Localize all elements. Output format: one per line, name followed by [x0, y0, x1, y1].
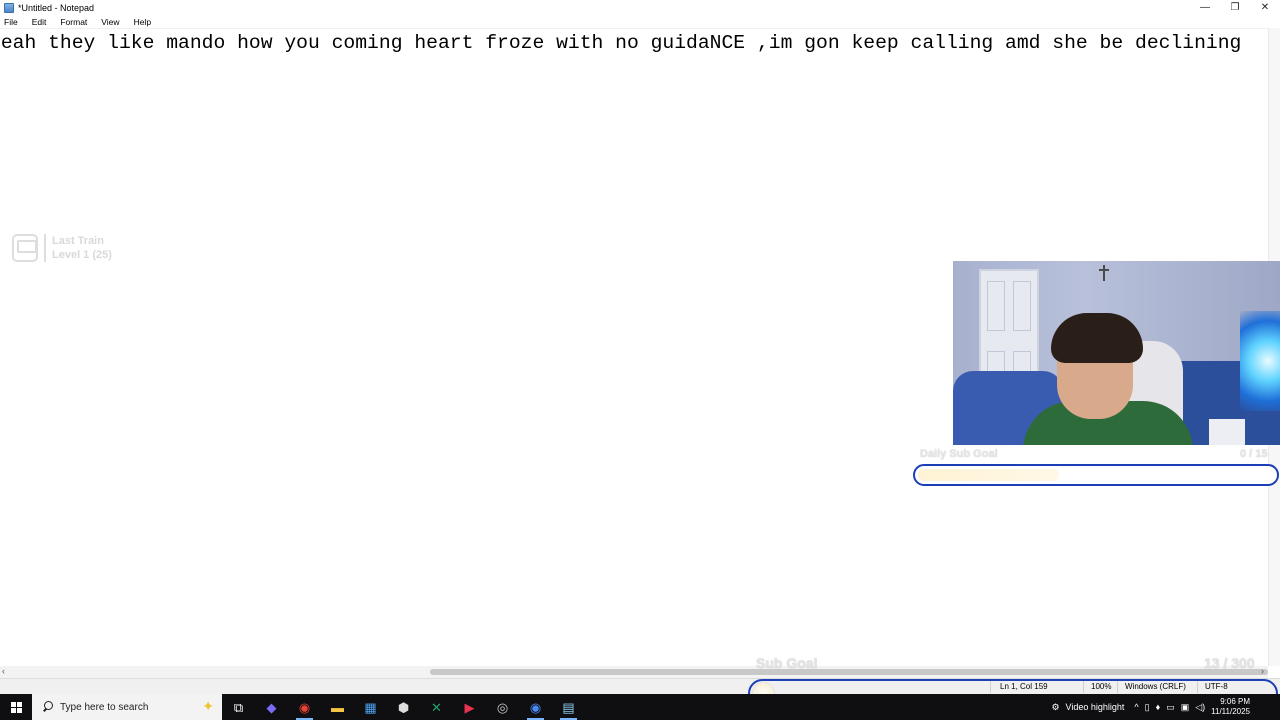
scroll-right-icon[interactable]: › — [1261, 666, 1264, 676]
volume-icon[interactable]: ◁) — [1195, 702, 1205, 713]
menu-bar: File Edit Format View Help — [0, 15, 1280, 28]
close-button[interactable]: ✕ — [1250, 0, 1280, 15]
display-icon[interactable]: ▭ — [1166, 702, 1175, 713]
window-title: *Untitled - Notepad — [18, 2, 95, 13]
notepad-taskbar-icon[interactable]: ▤ — [552, 694, 585, 720]
menu-format[interactable]: Format — [58, 17, 89, 27]
horizontal-scrollbar[interactable]: ‹ › — [0, 666, 1268, 678]
battery-icon[interactable]: ▯ — [1145, 702, 1150, 713]
daily-goal-count: 0 / 15 — [1240, 448, 1268, 460]
train-title: Last Train — [52, 235, 104, 247]
daily-goal-fill — [918, 469, 1060, 481]
taskbar: Type here to search ✦ ⧉ ◆ ◉ ▬ ▦ ⬢ ✕ ▶ ◎ … — [0, 694, 1280, 720]
webcam-feed — [953, 261, 1280, 445]
video-highlight-icon[interactable]: ⚙ — [1051, 702, 1059, 713]
media-icon[interactable]: ▶ — [453, 694, 486, 720]
network-icon[interactable]: ▣ — [1181, 702, 1190, 713]
app-icon[interactable]: ⬢ — [387, 694, 420, 720]
chrome-icon[interactable]: ◉ — [288, 694, 321, 720]
search-icon — [42, 701, 54, 713]
daily-goal-bar — [913, 464, 1279, 486]
menu-view[interactable]: View — [99, 17, 121, 27]
sparkle-icon[interactable]: ✦ — [202, 698, 214, 715]
sub-goal-label: Sub Goal — [756, 655, 818, 671]
start-button[interactable] — [0, 694, 32, 720]
train-level: Level 1 (25) — [52, 249, 112, 261]
task-view-icon[interactable]: ⧉ — [222, 694, 255, 720]
windows-icon — [10, 701, 22, 713]
menu-help[interactable]: Help — [132, 17, 153, 27]
notepad-icon — [4, 2, 14, 13]
maximize-button[interactable]: ❐ — [1220, 0, 1250, 15]
train-divider — [44, 234, 46, 262]
editor-line[interactable]: yeah they like mando how you coming hear… — [0, 32, 1241, 54]
webcam-mug — [1209, 419, 1245, 445]
menu-edit[interactable]: Edit — [30, 17, 49, 27]
mic-icon[interactable]: ♦ — [1156, 702, 1161, 712]
steam-icon[interactable]: ◎ — [486, 694, 519, 720]
clock[interactable]: 9:06 PM 11/11/2025 — [1211, 697, 1250, 717]
train-icon — [12, 234, 38, 262]
window-controls: — ❐ ✕ — [1190, 0, 1280, 15]
sub-goal-count: 13 / 300 — [1204, 655, 1255, 671]
excel-icon[interactable]: ✕ — [420, 694, 453, 720]
chevron-up-icon[interactable]: ^ — [1134, 702, 1138, 712]
minimize-button[interactable]: — — [1190, 0, 1220, 15]
horizontal-scroll-thumb[interactable] — [430, 669, 1268, 675]
video-highlight-label[interactable]: Video highlight — [1066, 702, 1125, 712]
chrome-profile-icon[interactable]: ◉ — [519, 694, 552, 720]
taskbar-search[interactable]: Type here to search ✦ — [32, 694, 222, 720]
store-icon[interactable]: ▦ — [354, 694, 387, 720]
last-train-widget: Last Train Level 1 (25) — [12, 234, 112, 262]
scroll-left-icon[interactable]: ‹ — [2, 666, 5, 676]
clock-time: 9:06 PM — [1220, 697, 1250, 706]
system-tray: ⚙ Video highlight ^ ▯ ♦ ▭ ▣ ◁) 9:06 PM 1… — [1051, 694, 1280, 720]
webcam-cross — [1099, 265, 1109, 281]
webcam-person-hair — [1051, 313, 1143, 363]
menu-file[interactable]: File — [2, 17, 20, 27]
daily-goal-label: Daily Sub Goal — [920, 448, 998, 460]
file-explorer-icon[interactable]: ▬ — [321, 694, 354, 720]
title-bar: *Untitled - Notepad — ❐ ✕ — [0, 0, 1280, 15]
search-placeholder: Type here to search — [60, 701, 149, 713]
webcam-light — [1240, 311, 1280, 411]
copilot-icon[interactable]: ◆ — [255, 694, 288, 720]
clock-date: 11/11/2025 — [1211, 707, 1250, 716]
